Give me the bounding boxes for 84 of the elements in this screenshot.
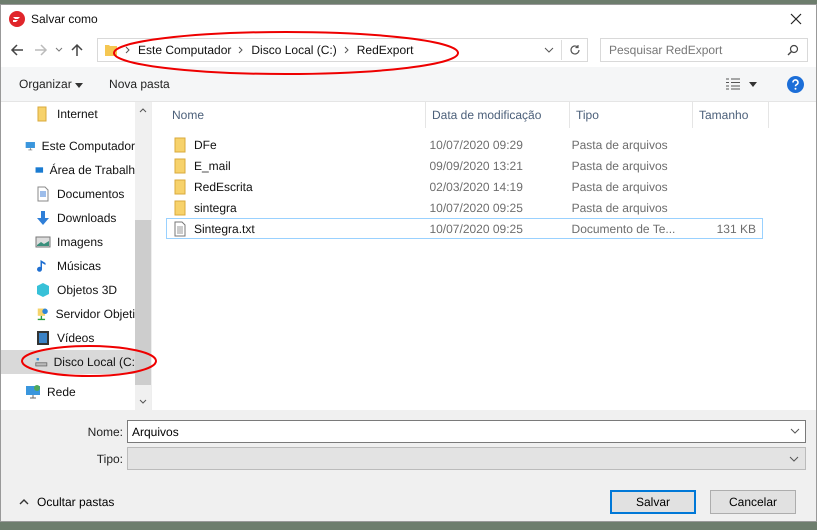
network-icon bbox=[25, 384, 41, 400]
file-name: sintegra bbox=[194, 200, 237, 214]
cube-icon bbox=[35, 282, 51, 298]
window-title: Salvar como bbox=[31, 12, 99, 26]
date-cell-text: 10/07/2020 09:25 bbox=[428, 220, 524, 238]
type-cell-text: Pasta de arquivos bbox=[570, 136, 669, 154]
caret-icon[interactable] bbox=[749, 82, 757, 86]
sidebar-item[interactable]: Rede bbox=[1, 380, 135, 404]
date-cell-text: 10/07/2020 09:25 bbox=[428, 200, 524, 216]
help-icon[interactable] bbox=[787, 76, 804, 92]
refresh-icon[interactable] bbox=[569, 44, 581, 56]
chevron-icon bbox=[238, 46, 244, 54]
dropdown-icon[interactable] bbox=[790, 428, 800, 434]
name-label: Nome: bbox=[86, 424, 124, 438]
recent-dropdown-icon[interactable] bbox=[55, 47, 63, 53]
app-logo-icon bbox=[9, 11, 25, 27]
breadcrumb[interactable]: Disco Local (C:) bbox=[251, 43, 337, 57]
chevron-icon bbox=[344, 46, 350, 54]
scroll-up-icon[interactable] bbox=[139, 108, 147, 113]
hide-folders-button[interactable]: Ocultar pastas bbox=[13, 494, 120, 510]
sidebar-item[interactable]: Vídeos bbox=[1, 326, 135, 350]
sidebar-item[interactable]: Imagens bbox=[1, 230, 135, 254]
column-header[interactable]: Data de modificação bbox=[426, 102, 570, 128]
file-name: E_mail bbox=[194, 158, 231, 172]
column-header[interactable]: Tipo bbox=[570, 102, 693, 128]
cancel-button[interactable]: Cancelar bbox=[710, 490, 796, 514]
folder-icon bbox=[173, 200, 187, 216]
date-cell-text: 10/07/2020 09:29 bbox=[428, 136, 524, 154]
save-button[interactable]: Salvar bbox=[610, 490, 696, 514]
back-arrow-icon[interactable] bbox=[9, 42, 25, 58]
view-options-icon[interactable] bbox=[725, 78, 741, 90]
file-row[interactable]: E_mail 09/09/2020 13:21 Pasta de arquivos bbox=[166, 155, 763, 176]
sidebar-item[interactable]: Internet bbox=[1, 102, 135, 126]
folder-icon bbox=[173, 136, 187, 152]
file-row[interactable]: DFe 10/07/2020 09:29 Pasta de arquivos bbox=[166, 134, 763, 155]
file-name: RedEscrita bbox=[194, 180, 253, 194]
caret-icon bbox=[75, 83, 84, 88]
date-cell-text: 09/09/2020 13:21 bbox=[428, 158, 524, 174]
text-file-icon bbox=[173, 220, 187, 236]
dropdown-icon[interactable] bbox=[544, 47, 554, 53]
video-icon bbox=[35, 330, 51, 346]
type-label: Tipo: bbox=[96, 452, 124, 466]
type-cell-text: Pasta de arquivos bbox=[570, 158, 669, 174]
image-icon bbox=[35, 234, 51, 250]
type-cell-text: Pasta de arquivos bbox=[570, 200, 669, 216]
scroll-down-icon[interactable] bbox=[139, 399, 147, 404]
file-row[interactable]: Sintegra.txt 10/07/2020 09:25 Documento de Te... 131 KB bbox=[166, 218, 763, 239]
folder-icon bbox=[173, 158, 187, 174]
close-icon bbox=[790, 13, 802, 25]
sidebar-item[interactable]: Músicas bbox=[1, 254, 135, 278]
server-icon bbox=[35, 306, 50, 322]
new-folder-button[interactable]: Nova pasta bbox=[103, 75, 176, 93]
sidebar-item[interactable]: Objetos 3D bbox=[1, 278, 135, 302]
column-header[interactable]: Tamanho bbox=[693, 102, 769, 128]
organize-button[interactable]: Organizar bbox=[13, 75, 90, 93]
sidebar-item[interactable]: Documentos bbox=[1, 182, 135, 206]
download-icon bbox=[35, 210, 51, 226]
document-icon bbox=[35, 186, 51, 202]
sidebar-scrollbar[interactable] bbox=[135, 102, 151, 410]
breadcrumb[interactable]: Este Computador bbox=[138, 43, 232, 57]
column-header[interactable]: Nome bbox=[166, 102, 426, 128]
type-cell-text: Documento de Te... bbox=[570, 220, 676, 238]
dropdown-icon bbox=[789, 456, 799, 462]
type-cell-text: Pasta de arquivos bbox=[570, 178, 669, 196]
chevron-icon bbox=[125, 46, 131, 54]
search-icon bbox=[787, 44, 799, 56]
sidebar-item[interactable]: Área de Trabalh bbox=[1, 158, 135, 182]
breadcrumb[interactable]: RedExport bbox=[356, 43, 414, 57]
folder-icon bbox=[173, 178, 187, 194]
date-cell-text: 02/03/2020 14:19 bbox=[428, 178, 524, 196]
file-name-field[interactable]: Arquivos bbox=[127, 420, 806, 443]
size-cell-text: 131 KB bbox=[716, 220, 757, 238]
address-bar[interactable]: Este Computador Disco Local (C:) RedExport bbox=[97, 38, 588, 62]
sidebar-item[interactable]: Downloads bbox=[1, 206, 135, 230]
up-arrow-icon[interactable] bbox=[69, 42, 85, 58]
search-field[interactable]: Pesquisar RedExport bbox=[600, 38, 808, 62]
file-row[interactable]: sintegra 10/07/2020 09:25 Pasta de arquivos bbox=[166, 197, 763, 218]
file-name: DFe bbox=[194, 138, 217, 152]
file-row[interactable]: RedEscrita 02/03/2020 14:19 Pasta de arquivos bbox=[166, 176, 763, 197]
sidebar-item[interactable]: Disco Local (C: bbox=[1, 350, 135, 374]
caret-up-icon bbox=[19, 499, 29, 505]
file-name: Sintegra.txt bbox=[194, 222, 255, 236]
sidebar-item[interactable]: Servidor Objeti bbox=[1, 302, 135, 326]
sidebar-item[interactable]: Este Computador bbox=[1, 134, 135, 158]
